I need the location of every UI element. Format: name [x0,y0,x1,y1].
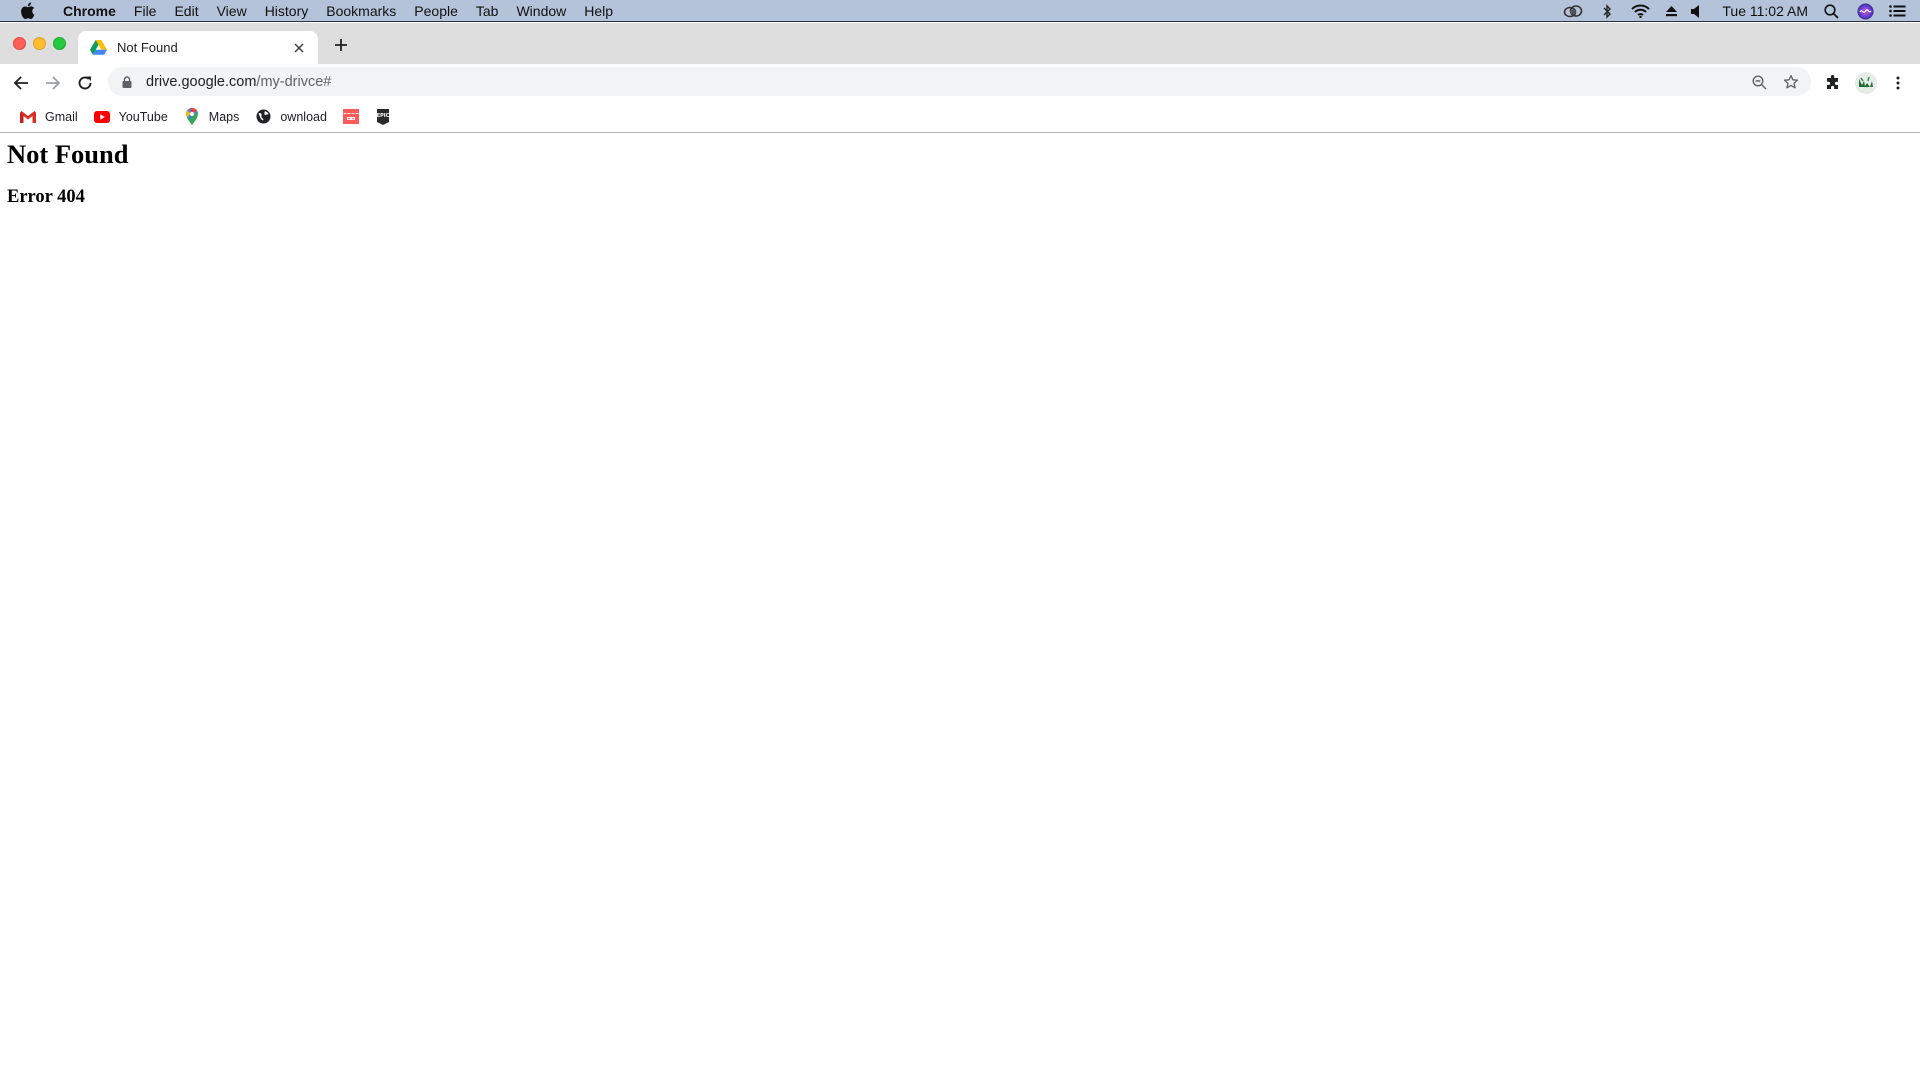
new-tab-button[interactable] [330,34,352,56]
wifi-icon[interactable] [1630,0,1650,22]
bookmark-star-icon[interactable] [1780,71,1802,93]
menu-app-chrome[interactable]: Chrome [54,0,125,22]
plus-icon [335,39,347,51]
bluetooth-icon[interactable] [1600,0,1614,22]
puzzle-piece-icon [1827,75,1838,89]
menubar-status-area: Tue 11:02 AM [1562,0,1920,22]
bookmark-label: YouTube [118,109,168,124]
tab-close-icon[interactable] [290,39,308,57]
tab-title: Not Found [117,40,178,55]
reload-icon [78,76,92,90]
bookmark-gmail[interactable]: Gmail [14,105,84,129]
chrome-menu-button[interactable] [1884,69,1912,97]
bookmark-maps[interactable]: Maps [178,105,246,129]
epic-games-icon: EPIC [375,108,391,125]
globe-icon [255,109,271,125]
notification-center-icon[interactable] [1888,0,1906,22]
reload-button[interactable] [71,69,99,97]
arrow-left-icon [13,76,28,90]
lock-icon[interactable] [122,75,134,89]
google-drive-icon [90,40,107,55]
menu-file[interactable]: File [125,0,166,22]
bookmark-download[interactable]: ownload [249,105,333,129]
menubar-clock[interactable]: Tue 11:02 AM [1722,3,1808,19]
address-bar[interactable]: drive.google.com/my-drivce# [108,67,1811,96]
url-text[interactable]: drive.google.com/my-drivce# [146,74,331,90]
bookmark-game-store[interactable] [337,105,365,129]
spotlight-search-icon[interactable] [1822,0,1840,22]
game-store-icon [342,109,359,125]
window-close-button[interactable] [13,37,26,50]
menu-people[interactable]: People [405,0,467,22]
window-minimize-button[interactable] [33,37,46,50]
bookmark-label: Maps [208,109,240,124]
youtube-icon [93,109,110,125]
gmail-icon [20,109,36,125]
menu-tab[interactable]: Tab [467,0,508,22]
browser-toolbar: drive.google.com/my-drivce# [0,64,1920,101]
page-content: Not Found Error 404 [0,134,1920,1080]
extensions-button[interactable] [1819,69,1847,97]
menu-history[interactable]: History [256,0,318,22]
creative-cloud-icon[interactable] [1562,0,1584,22]
window-maximize-button[interactable] [53,37,66,50]
tab-strip: Not Found [0,23,1920,64]
eject-icon[interactable] [1664,0,1678,22]
error-code: Error 404 [7,187,85,207]
tab-not-found[interactable]: Not Found [78,31,318,64]
menu-edit[interactable]: Edit [165,0,207,22]
zoom-out-icon[interactable] [1748,71,1770,93]
url-path: /my-drivce# [256,73,332,90]
bookmarks-bar: Gmail YouTube Maps ownload EPIC [0,101,1920,133]
google-maps-icon [184,108,200,125]
bookmark-label: ownload [280,109,327,124]
url-host: drive.google.com [146,73,257,90]
forward-button[interactable] [39,69,67,97]
menu-help[interactable]: Help [575,0,622,22]
volume-icon[interactable] [1690,0,1702,22]
siri-icon[interactable] [1856,0,1874,22]
avatar [1855,72,1877,94]
apple-menu-icon[interactable] [20,2,36,19]
svg-text:EPIC: EPIC [377,113,390,119]
bookmark-youtube[interactable]: YouTube [88,105,174,129]
menu-view[interactable]: View [208,0,256,22]
profile-button[interactable] [1852,69,1880,97]
page-heading: Not Found [7,139,129,169]
macos-menu-bar: Chrome File Edit View History Bookmarks … [0,0,1920,22]
arrow-right-icon [46,76,61,90]
more-vertical-icon [1896,76,1900,90]
bookmark-label: Gmail [45,109,78,124]
menu-bookmarks[interactable]: Bookmarks [317,0,405,22]
menu-window[interactable]: Window [507,0,575,22]
bookmark-epic-games[interactable]: EPIC [369,105,397,129]
back-button[interactable] [7,69,35,97]
